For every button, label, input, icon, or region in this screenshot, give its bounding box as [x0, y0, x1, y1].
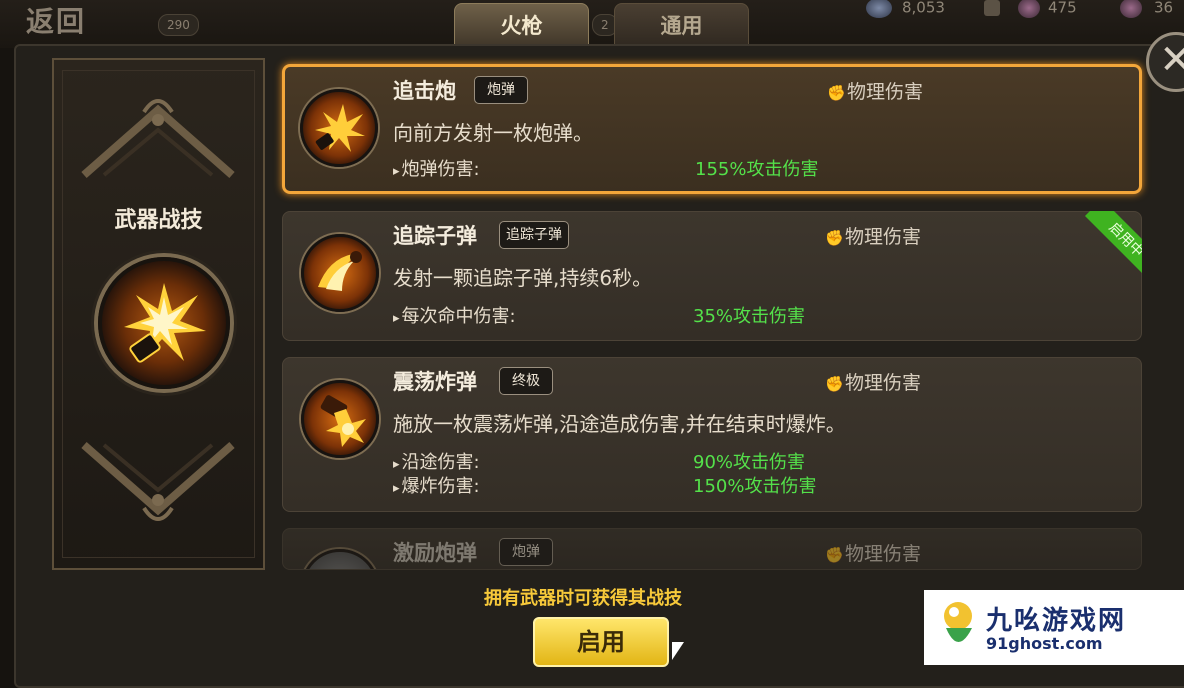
tracking-bullet-icon — [318, 251, 362, 291]
damage-type: ✊物理伤害 — [825, 539, 921, 566]
ornament-bottom-icon — [81, 441, 235, 521]
active-ribbon: 启用中 — [1078, 211, 1142, 275]
stat-label: 炮弹伤害: — [393, 155, 480, 181]
watermark-logo-icon — [944, 602, 972, 642]
damage-type-label: 物理伤害 — [847, 81, 924, 103]
skill-tag: 炮弹 — [474, 76, 528, 104]
stat-value: 35%攻击伤害 — [693, 306, 806, 327]
stat-label: 爆炸伤害: — [393, 472, 480, 498]
watermark-url: 91ghost.com — [986, 634, 1103, 653]
skill-name: 激励炮弹 — [393, 541, 477, 565]
skill-tag: 炮弹 — [499, 538, 553, 566]
stat-value: 155%攻击伤害 — [695, 159, 819, 180]
fist-icon: ✊ — [825, 375, 844, 393]
skill-card-chase-cannon[interactable]: 追击炮 炮弹 ✊物理伤害 向前方发射一枚炮弹。 炮弹伤害: 155%攻击伤害 — [282, 64, 1142, 194]
back-button[interactable]: 返回 — [26, 0, 86, 40]
damage-type: ✊物理伤害 — [825, 368, 921, 395]
skill-icon-shock-bomb — [301, 380, 379, 458]
close-icon: ✕ — [1159, 37, 1184, 83]
enable-button[interactable]: 启用 — [533, 617, 669, 667]
skill-description: 向前方发射一枚炮弹。 — [393, 121, 593, 145]
level-badge: 290 — [158, 14, 199, 36]
mouse-cursor-icon — [672, 642, 684, 660]
damage-type-label: 物理伤害 — [845, 543, 922, 565]
watermark: 九吆游戏网 91ghost.com — [924, 590, 1184, 665]
stat-label: 沿途伤害: — [393, 448, 480, 474]
fist-icon: ✊ — [825, 229, 844, 247]
tab-musket[interactable]: 火枪 — [454, 3, 589, 49]
resource-1-value: 8,053 — [902, 0, 945, 17]
stat-value: 150%攻击伤害 — [693, 476, 817, 497]
top-bar: 返回 290 2 8,053 475 36 火枪 通用 — [0, 0, 1184, 49]
cannon-blast-icon — [124, 283, 206, 363]
ornament-top-icon — [81, 99, 235, 179]
skill-card-tracking-bullet[interactable]: 追踪子弹 追踪子弹 ✊物理伤害 发射一颗追踪子弹,持续6秒。 每次命中伤害: 3… — [282, 211, 1142, 341]
weapon-skill-icon — [98, 257, 230, 389]
weapon-emblem: 武器战技 — [52, 58, 265, 570]
skill-tag: 终极 — [499, 367, 553, 395]
stat-label: 每次命中伤害: — [393, 302, 516, 328]
lock-icon — [984, 0, 1000, 16]
skill-icon-tracking-bullet — [301, 234, 379, 312]
bomb-blast-icon — [320, 395, 366, 447]
watermark-title: 九吆游戏网 — [986, 606, 1127, 636]
fist-icon: ✊ — [825, 546, 844, 564]
skill-name: 追击炮 — [393, 79, 456, 103]
blast-icon — [315, 104, 365, 152]
skill-card-inspire-shell[interactable]: 激励炮弹 炮弹 ✊物理伤害 — [282, 528, 1142, 570]
resource-3: 36 — [1120, 0, 1173, 18]
skill-description: 施放一枚震荡炸弹,沿途造成伤害,并在结束时爆炸。 — [393, 412, 846, 436]
skill-tag: 追踪子弹 — [499, 221, 569, 249]
skill-name: 追踪子弹 — [393, 224, 477, 248]
resource-2: 475 — [984, 0, 1077, 18]
skill-description: 发射一颗追踪子弹,持续6秒。 — [393, 266, 653, 290]
damage-type-label: 物理伤害 — [845, 372, 922, 394]
emblem-title: 武器战技 — [114, 208, 203, 233]
stat-value: 90%攻击伤害 — [693, 452, 806, 473]
currency-3-icon — [1120, 0, 1142, 18]
damage-type: ✊物理伤害 — [827, 77, 923, 104]
skill-icon-chase-cannon — [300, 89, 378, 167]
acquire-hint: 拥有武器时可获得其战技 — [484, 588, 682, 609]
resource-2-value: 475 — [1048, 0, 1077, 17]
resource-1: 8,053 — [866, 0, 945, 18]
skill-icon-inspire-shell — [301, 549, 379, 569]
skill-card-shock-bomb[interactable]: 震荡炸弹 终极 ✊物理伤害 施放一枚震荡炸弹,沿途造成伤害,并在结束时爆炸。 沿… — [282, 357, 1142, 512]
active-ribbon-label: 启用中 — [1084, 211, 1142, 275]
currency-2-icon — [1018, 0, 1040, 18]
skill-name: 震荡炸弹 — [393, 370, 477, 394]
resource-3-value: 36 — [1154, 0, 1174, 17]
fist-icon: ✊ — [827, 84, 846, 102]
damage-type-label: 物理伤害 — [845, 226, 922, 248]
damage-type: ✊物理伤害 — [825, 222, 921, 249]
currency-1-icon — [866, 0, 892, 18]
tab-general[interactable]: 通用 — [614, 3, 749, 49]
